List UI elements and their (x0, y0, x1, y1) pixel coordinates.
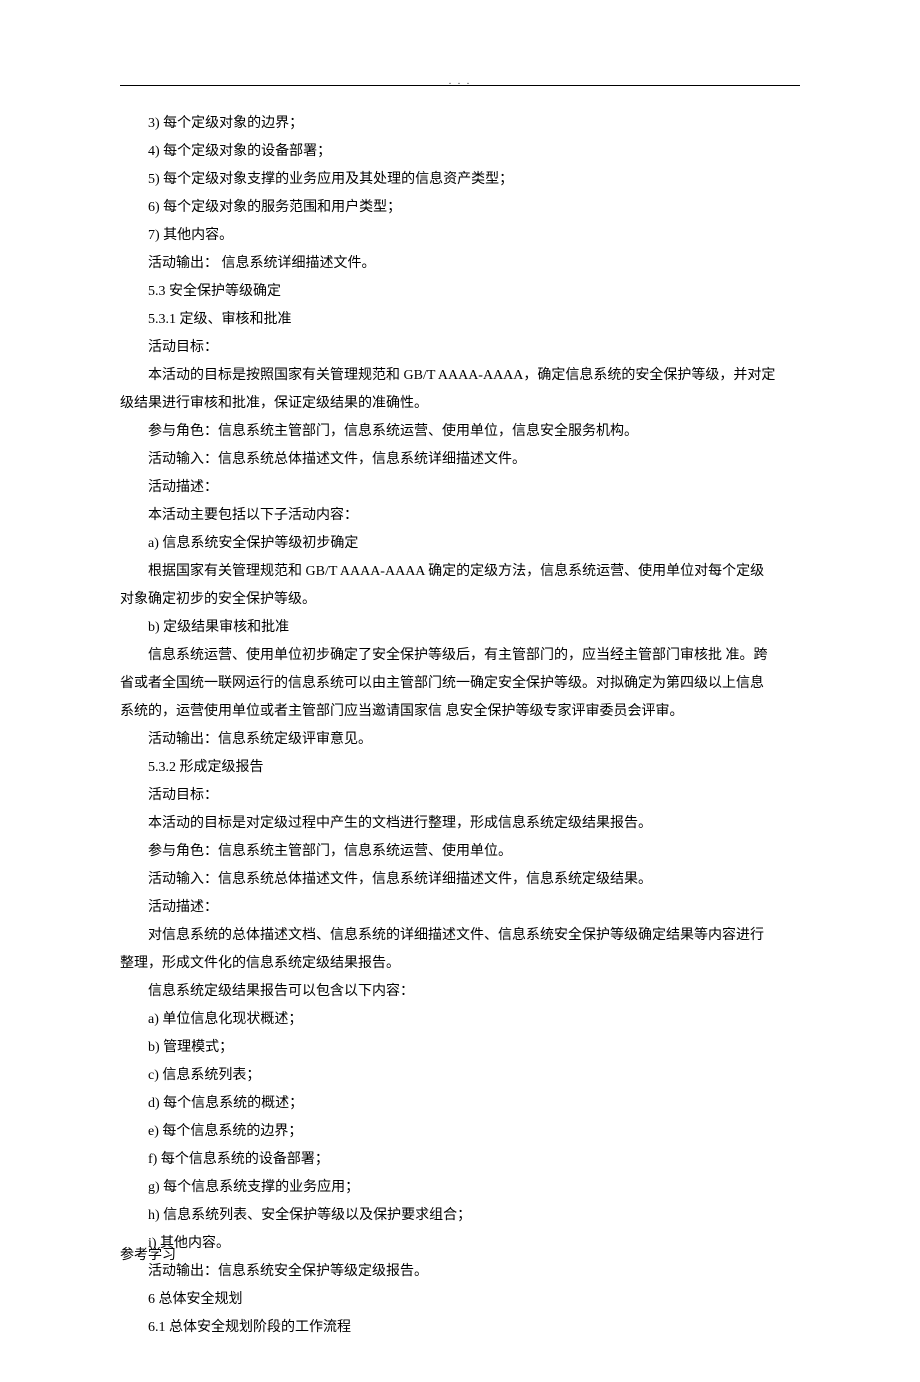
text-line: 参与角色：信息系统主管部门，信息系统运营、使用单位。 (120, 838, 800, 866)
text-line: b) 定级结果审核和批准 (120, 614, 800, 642)
text-line: 5) 每个定级对象支撑的业务应用及其处理的信息资产类型； (120, 166, 800, 194)
text-line: 活动描述： (120, 474, 800, 502)
text-line: 对象确定初步的安全保护等级。 (120, 586, 800, 614)
text-line: 活动目标： (120, 334, 800, 362)
text-line: i) 其他内容。 (120, 1230, 800, 1258)
text-line: 信息系统定级结果报告可以包含以下内容： (120, 978, 800, 1006)
text-line: 6.1 总体安全规划阶段的工作流程 (120, 1314, 800, 1342)
text-line: a) 单位信息化现状概述； (120, 1006, 800, 1034)
text-line: 5.3.1 定级、审核和批准 (120, 306, 800, 334)
text-line: d) 每个信息系统的概述； (120, 1090, 800, 1118)
text-line: h) 信息系统列表、安全保护等级以及保护要求组合； (120, 1202, 800, 1230)
text-line: 本活动的目标是对定级过程中产生的文档进行整理，形成信息系统定级结果报告。 (120, 810, 800, 838)
text-line: e) 每个信息系统的边界； (120, 1118, 800, 1146)
text-line: 对信息系统的总体描述文档、信息系统的详细描述文件、信息系统安全保护等级确定结果等… (120, 922, 800, 950)
text-line: 活动输入：信息系统总体描述文件，信息系统详细描述文件，信息系统定级结果。 (120, 866, 800, 894)
text-line: 7) 其他内容。 (120, 222, 800, 250)
text-line: 3) 每个定级对象的边界； (120, 110, 800, 138)
text-line: 根据国家有关管理规范和 GB/T AAAA-AAAA 确定的定级方法，信息系统运… (120, 558, 800, 586)
text-line: 6) 每个定级对象的服务范围和用户类型； (120, 194, 800, 222)
text-line: 本活动的目标是按照国家有关管理规范和 GB/T AAAA-AAAA，确定信息系统… (120, 362, 800, 390)
text-line: 省或者全国统一联网运行的信息系统可以由主管部门统一确定安全保护等级。对拟确定为第… (120, 670, 800, 698)
text-line: 活动输出：信息系统安全保护等级定级报告。 (120, 1258, 800, 1286)
text-line: 本活动主要包括以下子活动内容： (120, 502, 800, 530)
text-line: g) 每个信息系统支撑的业务应用； (120, 1174, 800, 1202)
text-line: c) 信息系统列表； (120, 1062, 800, 1090)
text-line: b) 管理模式； (120, 1034, 800, 1062)
header-rule (120, 85, 800, 86)
document-content: 3) 每个定级对象的边界；4) 每个定级对象的设备部署；5) 每个定级对象支撑的… (120, 110, 800, 1342)
text-line: 活动输出： 信息系统详细描述文件。 (120, 250, 800, 278)
text-line: 5.3 安全保护等级确定 (120, 278, 800, 306)
header-dots: . . . (0, 72, 920, 92)
text-line: a) 信息系统安全保护等级初步确定 (120, 530, 800, 558)
text-line: 系统的，运营使用单位或者主管部门应当邀请国家信 息安全保护等级专家评审委员会评审… (120, 698, 800, 726)
text-line: 6 总体安全规划 (120, 1286, 800, 1314)
text-line: 活动目标： (120, 782, 800, 810)
footer-text: 参考学习 (120, 1242, 176, 1270)
text-line: 活动输出：信息系统定级评审意见。 (120, 726, 800, 754)
text-line: f) 每个信息系统的设备部署； (120, 1146, 800, 1174)
text-line: 参与角色：信息系统主管部门，信息系统运营、使用单位，信息安全服务机构。 (120, 418, 800, 446)
text-line: 整理，形成文件化的信息系统定级结果报告。 (120, 950, 800, 978)
text-line: 活动输入：信息系统总体描述文件，信息系统详细描述文件。 (120, 446, 800, 474)
page-body: 3) 每个定级对象的边界；4) 每个定级对象的设备部署；5) 每个定级对象支撑的… (0, 0, 920, 1382)
text-line: 级结果进行审核和批准，保证定级结果的准确性。 (120, 390, 800, 418)
text-line: 4) 每个定级对象的设备部署； (120, 138, 800, 166)
text-line: 5.3.2 形成定级报告 (120, 754, 800, 782)
text-line: 信息系统运营、使用单位初步确定了安全保护等级后，有主管部门的，应当经主管部门审核… (120, 642, 800, 670)
text-line: 活动描述： (120, 894, 800, 922)
